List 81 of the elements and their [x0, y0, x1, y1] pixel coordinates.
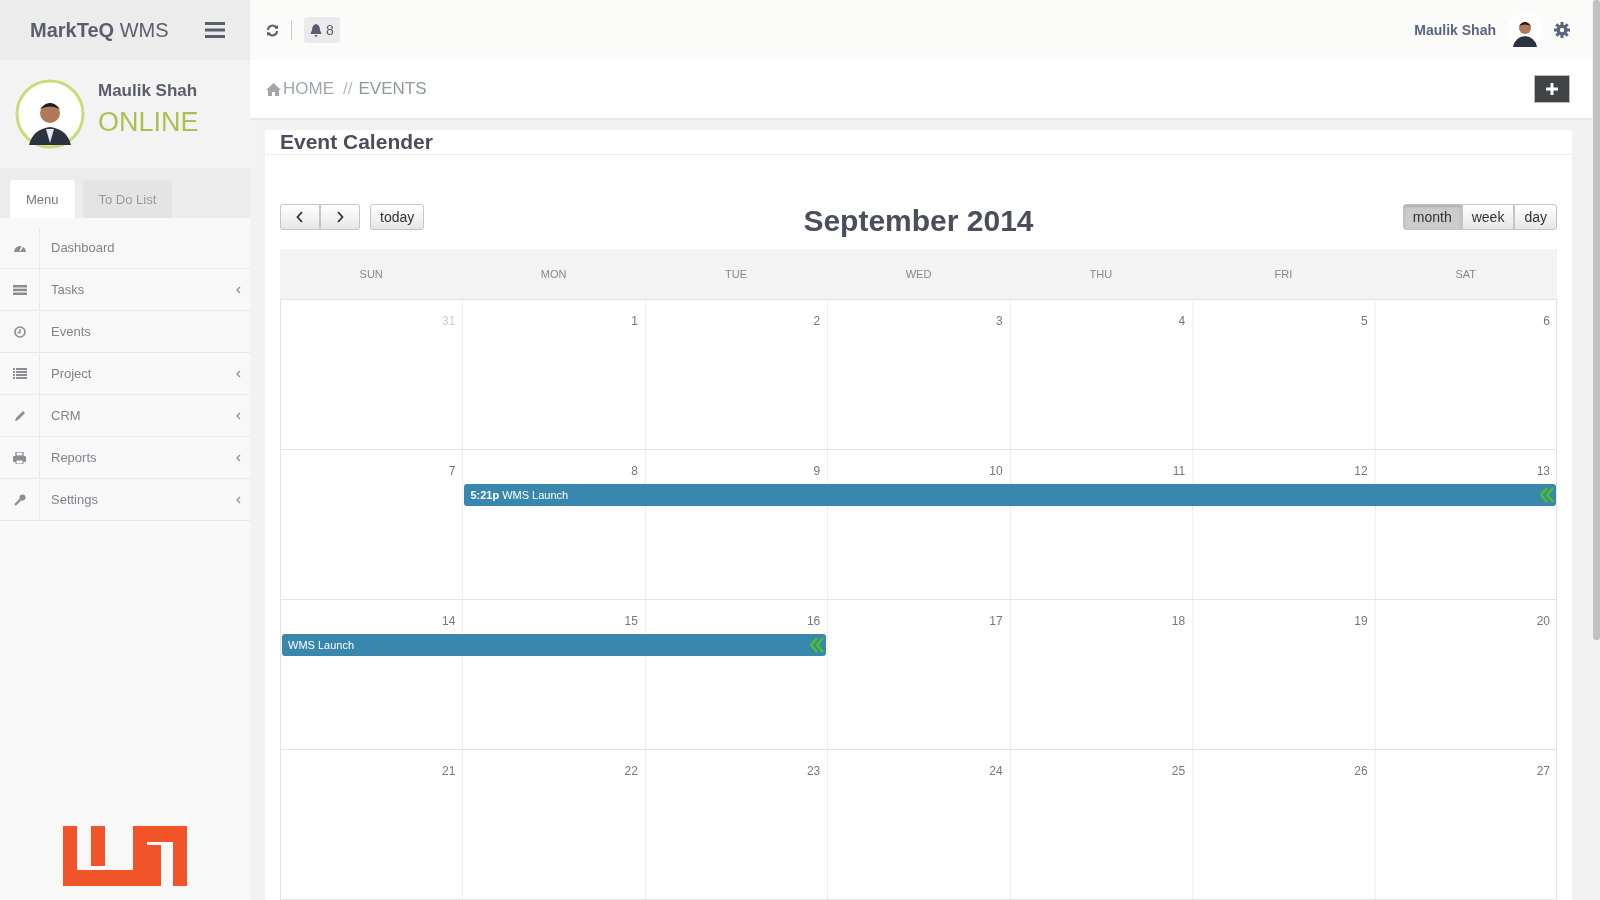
day-number: 14: [441, 613, 457, 630]
resize-handle-icon[interactable]: [1540, 487, 1554, 503]
day-number: 17: [988, 613, 1004, 630]
settings-icon[interactable]: [1554, 22, 1570, 38]
home-icon[interactable]: [266, 82, 281, 96]
scrollbar-thumb[interactable]: [1593, 0, 1600, 640]
view-button[interactable]: day: [1514, 204, 1557, 230]
chevron-left-icon: [236, 285, 241, 294]
day-number: 2: [812, 313, 822, 330]
calendar-title: September 2014: [803, 204, 1034, 238]
sidebar-tab[interactable]: To Do List: [82, 180, 173, 218]
view-button[interactable]: month: [1402, 204, 1462, 230]
chevron-left-icon: [236, 411, 241, 420]
day-number: 18: [1170, 613, 1187, 630]
day-number: 3: [995, 313, 1004, 330]
list-icon: [12, 368, 27, 379]
day-number: 16: [805, 613, 822, 630]
day-number: 8: [630, 463, 639, 480]
day-number: 10: [988, 463, 1004, 480]
next-button[interactable]: [320, 204, 360, 230]
day-number: 4: [1177, 313, 1187, 330]
chevron-right-icon: [336, 211, 344, 223]
printer-icon: [13, 451, 26, 464]
weekday-header: FRI: [1273, 267, 1294, 282]
logo-icon: [63, 826, 187, 886]
day-number: 20: [1535, 613, 1551, 630]
day-number: 1: [630, 313, 639, 330]
plus-icon: [1546, 83, 1558, 95]
day-number: 11: [1171, 463, 1187, 480]
chevron-left-icon: [236, 495, 241, 504]
status-text: ONLINE: [98, 106, 199, 138]
weekday-header: THU: [1088, 267, 1114, 282]
tasks-icon: [12, 284, 27, 295]
day-number: 21: [441, 763, 457, 780]
day-number: 26: [1353, 763, 1369, 780]
day-number: 19: [1353, 613, 1369, 630]
weekday-header: SUN: [358, 267, 384, 282]
resize-handle-icon[interactable]: [810, 637, 825, 653]
pencil-icon: [13, 409, 26, 422]
sidebar-item[interactable]: Reports: [0, 437, 250, 479]
day-number: 24: [988, 763, 1004, 780]
breadcrumb-link[interactable]: HOME: [283, 79, 334, 99]
day-number: 23: [805, 763, 822, 780]
profile-name: Maulik Shah: [98, 80, 199, 101]
add-button[interactable]: [1534, 75, 1570, 103]
event-bar[interactable]: WMS Launch: [282, 634, 827, 656]
day-number: 22: [623, 763, 639, 780]
clock-icon: [13, 325, 26, 338]
day-number: 27: [1535, 763, 1551, 780]
day-number: 9: [812, 463, 822, 480]
day-number: 15: [623, 613, 639, 630]
refresh-icon[interactable]: [266, 23, 279, 37]
today-button[interactable]: today: [370, 204, 425, 230]
notifications-button[interactable]: 8: [304, 17, 340, 43]
wrench-icon: [13, 493, 26, 506]
weekday-header: SAT: [1454, 267, 1478, 282]
sidebar-item[interactable]: Tasks: [0, 269, 250, 311]
chevron-left-icon: [236, 369, 241, 378]
day-number: 25: [1170, 763, 1187, 780]
sidebar-tab[interactable]: Menu: [10, 180, 75, 218]
breadcrumb-separator: //: [343, 79, 353, 99]
day-number: 12: [1353, 463, 1369, 480]
event-bar[interactable]: 5:21p WMS Launch: [464, 484, 1556, 506]
day-number: 7: [447, 463, 457, 480]
chevron-left-icon: [236, 453, 241, 462]
card-title: Event Calender: [280, 130, 433, 154]
bell-icon: [310, 23, 322, 37]
view-button[interactable]: week: [1461, 204, 1515, 230]
menu-icon[interactable]: [205, 22, 225, 38]
previous-button[interactable]: [280, 204, 320, 230]
user-name[interactable]: Maulik Shah: [1414, 22, 1496, 38]
weekday-header: MON: [539, 267, 568, 282]
breadcrumb-current: EVENTS: [358, 79, 427, 99]
chevron-left-icon: [296, 211, 304, 223]
weekday-header: WED: [904, 267, 933, 282]
sidebar-item[interactable]: Project: [0, 353, 250, 395]
weekday-header: TUE: [724, 267, 749, 282]
day-number: 6: [1542, 313, 1551, 330]
day-number: 13: [1535, 463, 1551, 480]
day-number: 5: [1359, 313, 1369, 330]
brand-logo: MarkTeQ WMS: [30, 18, 169, 42]
